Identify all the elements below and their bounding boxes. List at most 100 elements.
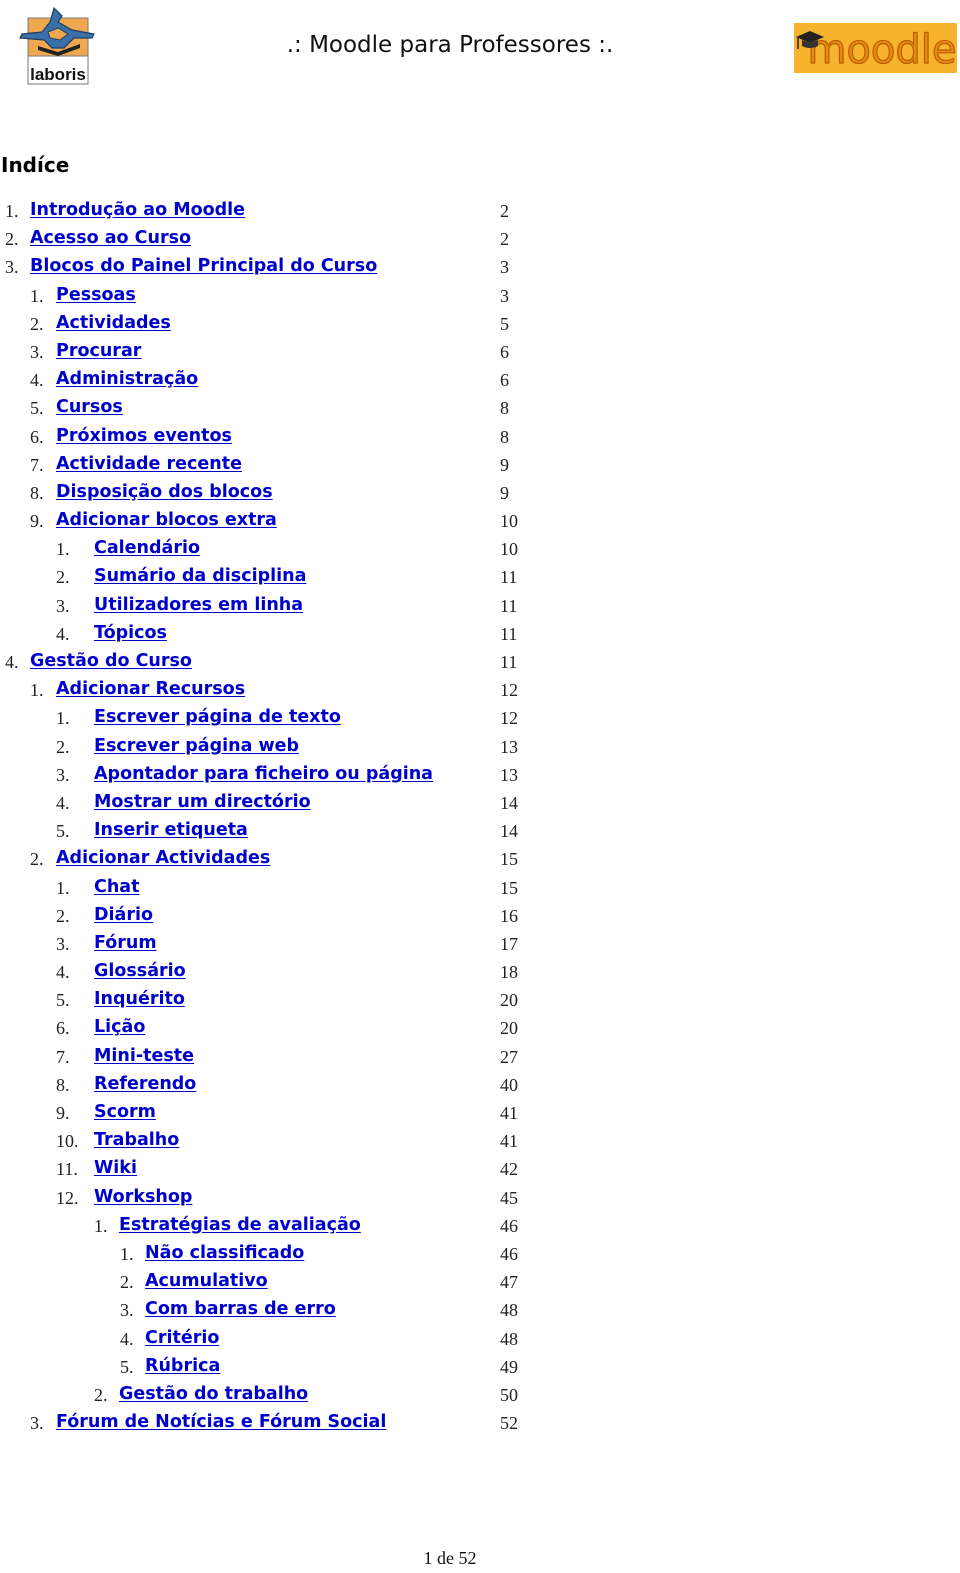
toc-entry-link[interactable]: Escrever página de texto	[94, 707, 341, 727]
toc-entry-link[interactable]: Inserir etiqueta	[94, 820, 248, 840]
toc-entry-page-number: 6	[500, 341, 509, 362]
toc-entry-page-number: 2	[500, 201, 509, 221]
toc-entry-link[interactable]: Tópicos	[94, 623, 167, 643]
toc-entry: 8. Disposição dos blocos 9	[0, 480, 560, 508]
toc-entry-page-number: 9	[500, 454, 509, 475]
toc-entry: 1. Estratégias de avaliação 46	[0, 1213, 560, 1241]
toc-entry-page-number: 11	[500, 623, 518, 644]
toc-entry-link[interactable]: Adicionar Actividades	[56, 848, 270, 868]
toc-entry-link[interactable]: Adicionar blocos extra	[56, 510, 277, 530]
toc-entry-number: 2.	[56, 905, 70, 926]
toc-entry-link[interactable]: Escrever página web	[94, 736, 299, 756]
toc-entry-page-number: 52	[500, 1413, 518, 1434]
toc-entry-link[interactable]: Adicionar Recursos	[56, 679, 245, 699]
toc-entry-link[interactable]: Próximos eventos	[56, 426, 232, 446]
toc-entry-number: 3.	[56, 764, 70, 785]
page-header: laboris .: Moodle para Professores :. mo…	[0, 0, 960, 100]
toc-entry-number: 4.	[56, 623, 70, 644]
toc-entry-page-number: 10	[500, 511, 518, 532]
toc-entry-link[interactable]: Cursos	[56, 397, 123, 417]
toc-entry-link[interactable]: Não classificado	[145, 1243, 304, 1263]
toc-entry-link[interactable]: Pessoas	[56, 285, 136, 305]
toc-entry-link[interactable]: Chat	[94, 877, 139, 897]
toc-entry-page-number: 3	[500, 257, 509, 278]
toc-entry-page-number: 41	[500, 1131, 518, 1152]
toc-entry-link[interactable]: Mostrar um directório	[94, 792, 311, 812]
toc-entry-link[interactable]: Actividades	[56, 313, 171, 333]
toc-entry: 1. Chat 15	[0, 875, 560, 903]
toc-entry-link[interactable]: Inquérito	[94, 989, 185, 1009]
toc-entry-link[interactable]: Com barras de erro	[145, 1299, 336, 1319]
toc-entry-page-number: 27	[500, 1046, 518, 1067]
toc-entry-number: 9.	[30, 511, 44, 532]
toc-entry-link[interactable]: Sumário da disciplina	[94, 566, 306, 586]
toc-entry-number: 8.	[56, 1074, 70, 1095]
toc-entry-link[interactable]: Gestão do trabalho	[119, 1384, 308, 1404]
toc-entry-link[interactable]: Rúbrica	[145, 1356, 220, 1376]
toc-entry-page-number: 13	[500, 764, 518, 785]
toc-entry: 7. Mini-teste 27	[0, 1044, 560, 1072]
toc-entry: 3. Com barras de erro 48	[0, 1297, 560, 1325]
toc-entry: 2. Acesso ao Curso 2	[0, 226, 560, 254]
toc-entry: 2. Sumário da disciplina 11	[0, 564, 560, 592]
toc-entry-number: 2.	[120, 1272, 134, 1293]
toc-entry-link[interactable]: Estratégias de avaliação	[119, 1215, 361, 1235]
toc-entry: 5. Rúbrica 49	[0, 1354, 560, 1382]
toc-entry-page-number: 2	[500, 229, 509, 250]
toc-entry-page-number: 15	[500, 877, 518, 898]
toc-entry-link[interactable]: Fórum de Notícias e Fórum Social	[56, 1412, 386, 1432]
toc-entry-link[interactable]: Administração	[56, 369, 198, 389]
toc-entry-link[interactable]: Workshop	[94, 1187, 192, 1207]
toc-entry-page-number: 10	[500, 539, 518, 560]
laboris-logo-text: laboris	[30, 65, 86, 84]
toc-entry-page-number: 50	[500, 1384, 518, 1405]
toc-entry-link[interactable]: Acumulativo	[145, 1271, 268, 1291]
toc-entry-link[interactable]: Introdução ao Moodle	[30, 200, 245, 220]
toc-entry-page-number: 49	[500, 1356, 518, 1377]
toc-entry-link[interactable]: Critério	[145, 1328, 219, 1348]
toc-entry: 9. Adicionar blocos extra 10	[0, 508, 560, 536]
toc-entry-link[interactable]: Gestão do Curso	[30, 651, 192, 671]
toc-entry-link[interactable]: Glossário	[94, 961, 186, 981]
toc-entry-number: 2.	[30, 313, 44, 334]
toc-entry-page-number: 46	[500, 1243, 518, 1264]
toc-entry-link[interactable]: Fórum	[94, 933, 157, 953]
toc-entry-number: 3.	[56, 595, 70, 616]
toc-entry-number: 4.	[56, 962, 70, 983]
toc-entry-number: 2.	[94, 1384, 108, 1405]
toc-entry-link[interactable]: Disposição dos blocos	[56, 482, 273, 502]
toc-entry-page-number: 14	[500, 792, 518, 813]
toc-entry-page-number: 41	[500, 1103, 518, 1123]
toc-entry-number: 7.	[30, 454, 44, 475]
toc-entry-page-number: 3	[500, 285, 509, 306]
toc-entry-link[interactable]: Actividade recente	[56, 454, 242, 474]
toc-entry-link[interactable]: Apontador para ficheiro ou página	[94, 764, 433, 784]
toc-entry-number: 5.	[120, 1356, 134, 1377]
toc-entry-link[interactable]: Acesso ao Curso	[30, 228, 191, 248]
toc-entry-link[interactable]: Calendário	[94, 538, 200, 558]
toc-entry-link[interactable]: Procurar	[56, 341, 141, 361]
toc-entry-link[interactable]: Blocos do Painel Principal do Curso	[30, 256, 377, 276]
toc-entry-link[interactable]: Lição	[94, 1017, 145, 1037]
toc-entry: 4. Mostrar um directório 14	[0, 790, 560, 818]
toc-entry: 3. Procurar 6	[0, 339, 560, 367]
toc-entry-number: 11.	[56, 1159, 78, 1180]
toc-entry-link[interactable]: Trabalho	[94, 1130, 179, 1150]
toc-entry-page-number: 5	[500, 313, 509, 334]
toc-entry-link[interactable]: Mini-teste	[94, 1046, 194, 1066]
toc-entry: 2. Diário 16	[0, 903, 560, 931]
toc-entry: 3. Blocos do Painel Principal do Curso 3	[0, 254, 560, 282]
toc-entry-number: 4.	[56, 792, 70, 813]
toc-entry-link[interactable]: Utilizadores em linha	[94, 595, 303, 615]
toc-entry-link[interactable]: Diário	[94, 905, 153, 925]
toc-entry: 4. Glossário 18	[0, 959, 560, 987]
toc-entry-link[interactable]: Wiki	[94, 1158, 137, 1178]
toc-entry-number: 4.	[30, 370, 44, 391]
toc-entry-number: 1.	[94, 1215, 108, 1236]
toc-entry-page-number: 12	[500, 680, 518, 701]
toc-entry-number: 9.	[56, 1103, 70, 1123]
page-footer: 1 de 52	[0, 1548, 900, 1569]
moodle-logo-text: moodle	[807, 27, 956, 73]
toc-entry-link[interactable]: Referendo	[94, 1074, 196, 1094]
toc-entry-link[interactable]: Scorm	[94, 1102, 156, 1122]
